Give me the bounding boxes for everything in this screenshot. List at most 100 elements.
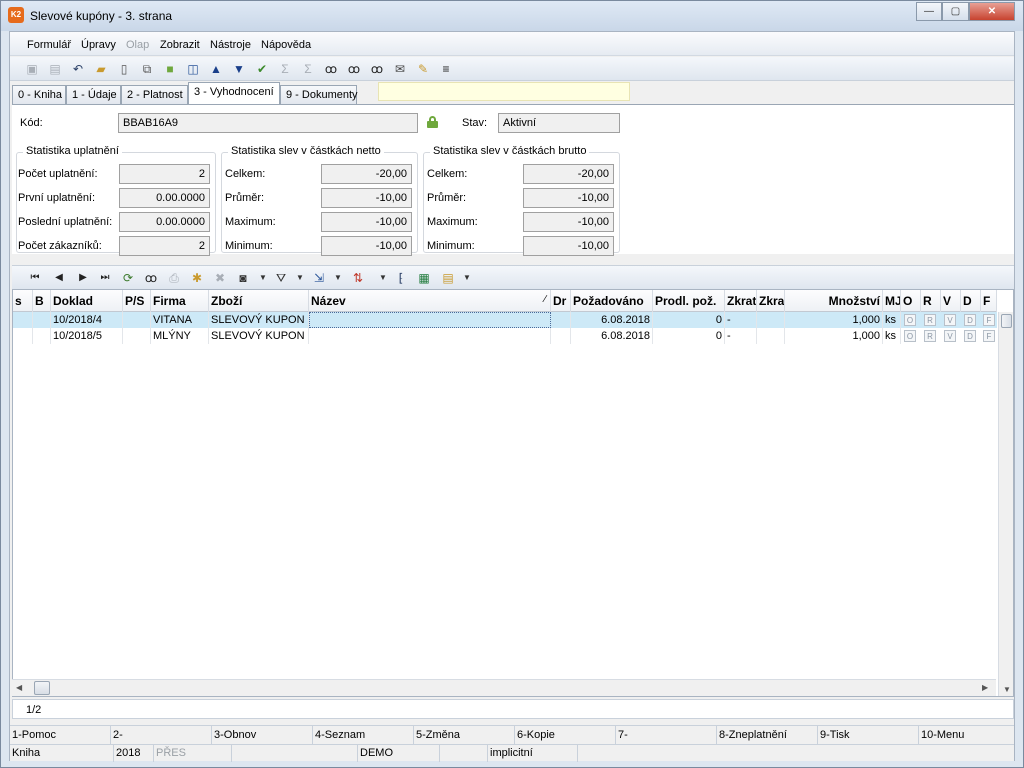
grid-binoculars-icon[interactable]: ꝏ [142,269,160,287]
table-row[interactable]: 10/2018/5 MLÝNY SLEVOVÝ KUPON 6.08.2018 … [13,328,997,344]
horizontal-scroll-thumb[interactable] [34,681,50,695]
tab-udaje[interactable]: 1 - Údaje [66,85,121,104]
flag-f-checkbox[interactable]: F [983,330,995,342]
find-next-icon[interactable]: ꝏ [345,60,363,78]
open-folder-icon[interactable]: ▰ [92,60,110,78]
vertical-scrollbar[interactable]: ▼ [998,312,1013,696]
col-f[interactable]: F [981,290,997,312]
sort-dropdown-icon[interactable]: ▼ [374,269,392,287]
netto-maximum-field[interactable]: -10,00 [321,212,412,232]
camera-dropdown-icon[interactable]: ▼ [254,269,272,287]
fkey-2[interactable]: 2- [111,726,212,744]
notes-dropdown-icon[interactable]: ▼ [458,269,476,287]
tab-dokumenty[interactable]: 9 - Dokumenty [280,85,358,104]
netto-average-field[interactable]: -10,00 [321,188,412,208]
fkey-9[interactable]: 9-Tisk [818,726,919,744]
brutto-minimum-field[interactable]: -10,00 [523,236,614,256]
col-b[interactable]: B [33,290,51,312]
scroll-right-icon[interactable]: ▶ [982,683,988,692]
arrow-down-icon[interactable]: ▼ [230,60,248,78]
menu-zobrazit[interactable]: Zobrazit [160,39,200,51]
menu-lines-icon[interactable]: ≡ [437,60,455,78]
tab-vyhodnoceni[interactable]: 3 - Vyhodnocení [188,82,280,104]
col-d[interactable]: D [961,290,981,312]
col-s[interactable]: s [13,290,33,312]
fkey-6[interactable]: 6-Kopie [515,726,616,744]
netto-minimum-field[interactable]: -10,00 [321,236,412,256]
flag-r-checkbox[interactable]: R [924,330,936,342]
export-icon[interactable]: ⇲ [310,269,328,287]
col-mnozstvi[interactable]: Množství [785,290,883,312]
sort-icon[interactable]: ⇅ [349,269,367,287]
prev-record-icon[interactable]: ◀ [50,269,68,287]
brutto-average-field[interactable]: -10,00 [523,188,614,208]
col-zkra[interactable]: Zkra [757,290,785,312]
undo-icon[interactable]: ↶ [69,60,87,78]
netto-total-field[interactable]: -20,00 [321,164,412,184]
filter-icon[interactable]: ⛛ [272,269,290,287]
excel-icon[interactable]: ▦ [415,269,433,287]
col-firma[interactable]: Firma [151,290,209,312]
refresh-icon[interactable]: ⟳ [119,269,137,287]
col-r[interactable]: R [921,290,941,312]
flag-v-checkbox[interactable]: V [944,330,956,342]
sum-icon[interactable]: Σ [276,60,294,78]
menu-nastroje[interactable]: Nástroje [210,39,251,51]
menu-olap[interactable]: Olap [126,39,149,51]
minimize-button[interactable]: — [916,2,942,21]
flag-v-checkbox[interactable]: V [944,314,956,326]
new-document-icon[interactable]: ▯ [115,60,133,78]
edit-list-icon[interactable]: ✎ [414,60,432,78]
camera-icon[interactable]: ◙ [234,269,252,287]
vertical-scroll-thumb[interactable] [1001,314,1012,328]
tab-platnost[interactable]: 2 - Platnost [121,85,188,104]
new-star-icon[interactable]: ✱ [188,269,206,287]
cell-nazev[interactable] [309,328,551,344]
col-nazev[interactable]: Název ∕ [309,290,551,312]
next-record-icon[interactable]: ▶ [74,269,92,287]
col-dr[interactable]: Dr [551,290,571,312]
col-pozadovano[interactable]: Požadováno [571,290,653,312]
menu-formular[interactable]: Formulář [27,39,71,51]
export-dropdown-icon[interactable]: ▼ [329,269,347,287]
lock-toolbar-icon[interactable]: ■ [161,60,179,78]
scroll-down-icon[interactable]: ▼ [1003,685,1011,694]
col-zbozi[interactable]: Zboží [209,290,309,312]
fkey-10[interactable]: 10-Menu [919,726,1014,744]
columns-icon[interactable]: ⁅ [392,269,410,287]
kod-field[interactable]: BBAB16A9 [118,113,418,133]
copy-icon[interactable]: ⧉ [138,60,156,78]
col-mj[interactable]: MJ [883,290,901,312]
flag-d-checkbox[interactable]: D [964,330,976,342]
last-usage-field[interactable]: 0.00.0000 [119,212,210,232]
horizontal-scrollbar[interactable]: ◀ ▶ [12,679,996,696]
col-v[interactable]: V [941,290,961,312]
col-doklad[interactable]: Doklad [51,290,123,312]
fkey-4[interactable]: 4-Seznam [313,726,414,744]
col-ps[interactable]: P/S [123,290,151,312]
fkey-1[interactable]: 1-Pomoc [10,726,111,744]
save-icon[interactable]: ▣ [23,60,41,78]
notes-icon[interactable]: ▤ [439,269,457,287]
delete-icon[interactable]: ✖ [211,269,229,287]
flag-f-checkbox[interactable]: F [983,314,995,326]
binoculars-icon[interactable]: ꝏ [322,60,340,78]
flag-d-checkbox[interactable]: D [964,314,976,326]
brutto-maximum-field[interactable]: -10,00 [523,212,614,232]
menu-upravy[interactable]: Úpravy [81,39,116,51]
col-prodl-poz[interactable]: Prodl. pož. [653,290,725,312]
maximize-button[interactable]: ▢ [942,2,969,21]
scroll-left-icon[interactable]: ◀ [16,683,22,692]
customer-count-field[interactable]: 2 [119,236,210,256]
filter-dropdown-icon[interactable]: ▼ [291,269,309,287]
close-button[interactable]: ✕ [969,2,1015,21]
arrow-up-icon[interactable]: ▲ [207,60,225,78]
title-bar[interactable]: K2 Slevové kupóny - 3. strana — ▢ ✕ [1,1,1023,31]
col-o[interactable]: O [901,290,921,312]
book-icon[interactable]: ◫ [184,60,202,78]
print-icon[interactable]: ⎙ [165,269,183,287]
mail-icon[interactable]: ✉ [391,60,409,78]
flag-o-checkbox[interactable]: O [904,330,916,342]
fkey-5[interactable]: 5-Změna [414,726,515,744]
menu-napoveda[interactable]: Nápověda [261,39,311,51]
